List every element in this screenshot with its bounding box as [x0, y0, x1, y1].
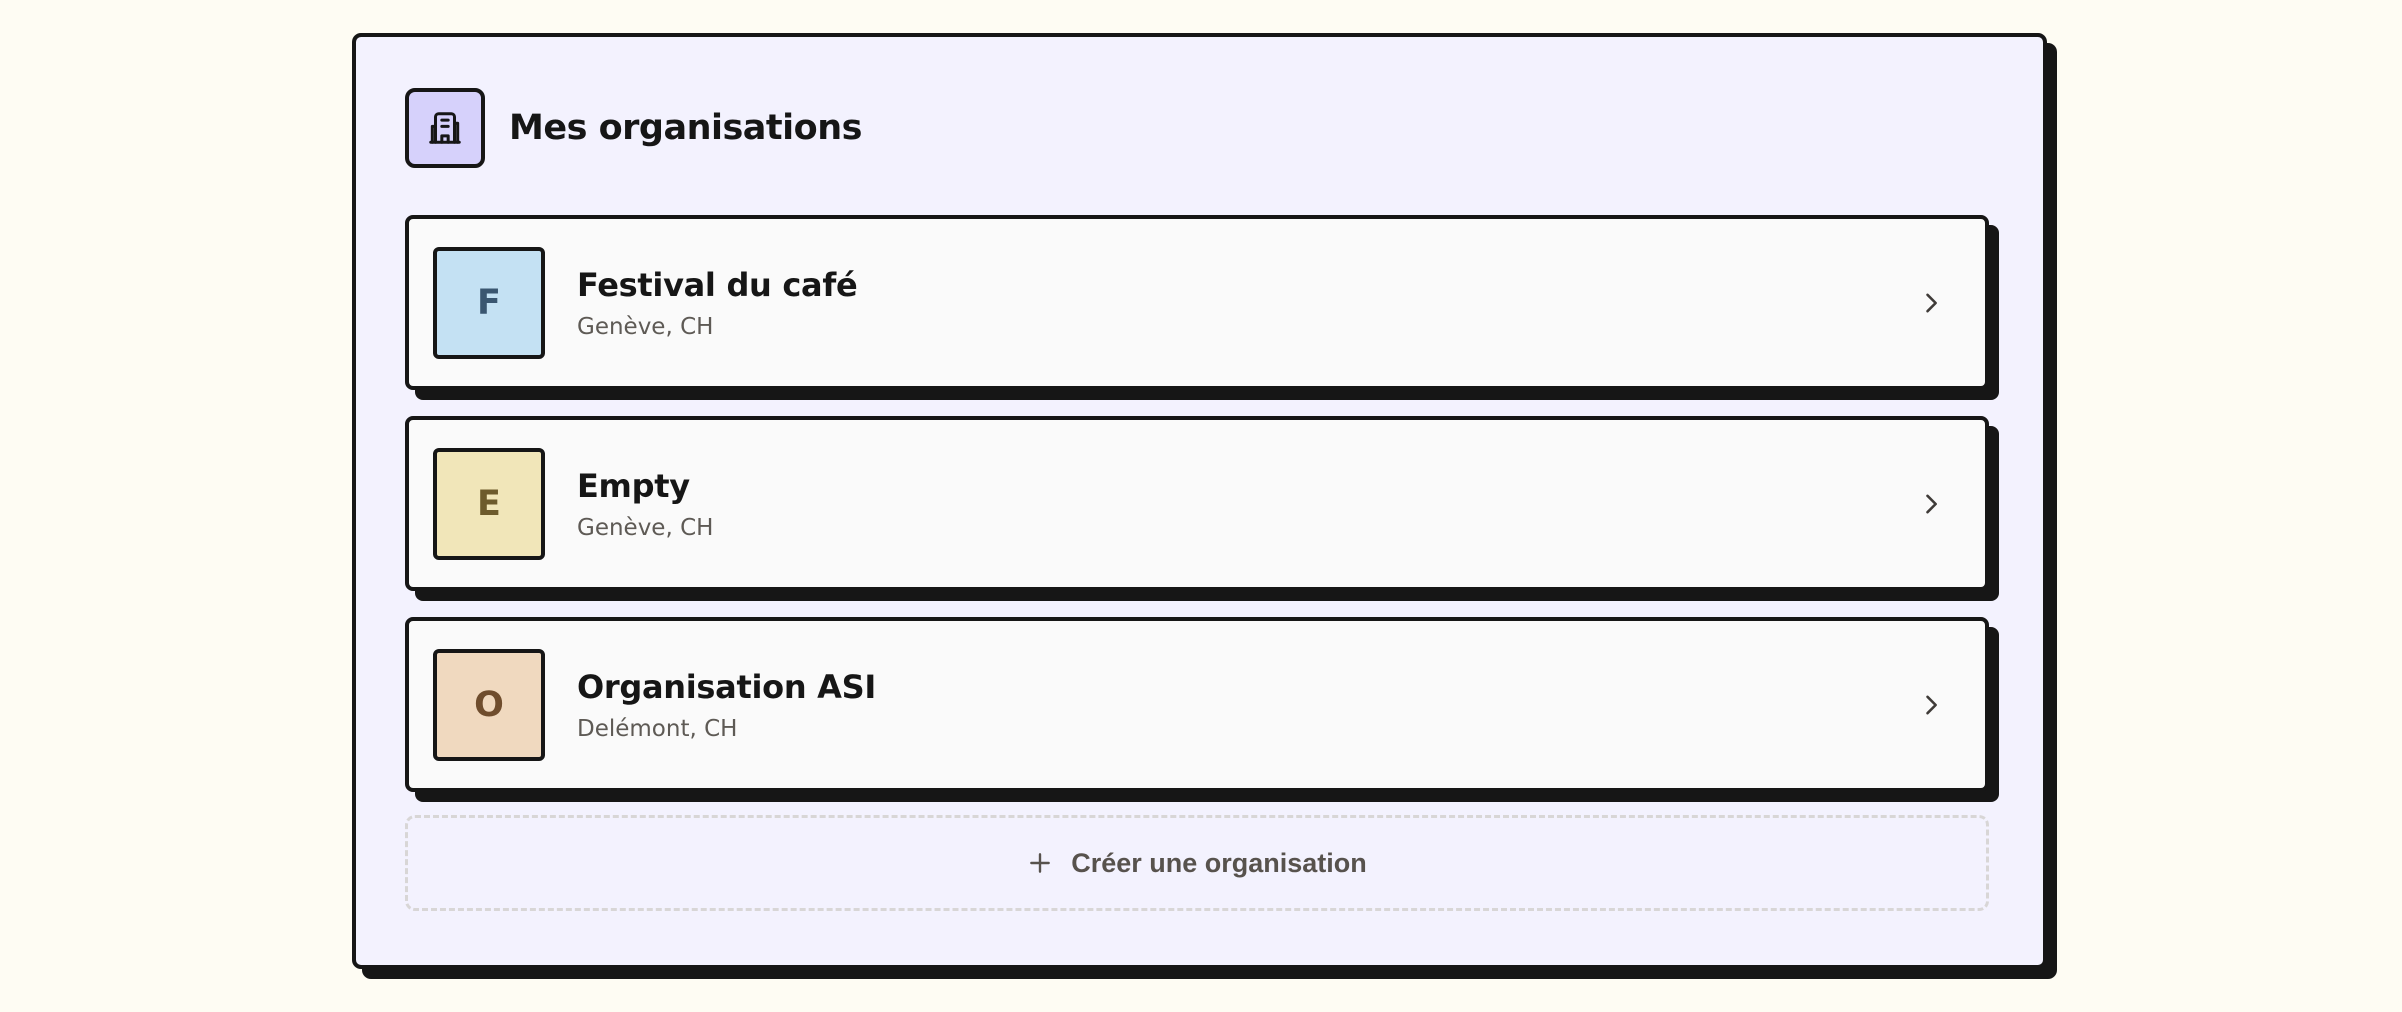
organization-avatar: F: [433, 246, 545, 359]
organizations-panel: Mes organisations F Festival du café Gen…: [352, 33, 2047, 969]
plus-icon: [1030, 853, 1051, 873]
chevron-right-icon: [1926, 695, 1937, 714]
organization-card[interactable]: E Empty Genève, CH: [405, 416, 1989, 591]
organization-name: Festival du café: [577, 265, 858, 304]
chevron-right-icon: [1926, 293, 1937, 312]
organization-location: Genève, CH: [577, 514, 714, 541]
organization-location: Delémont, CH: [577, 715, 738, 742]
panel-header: Mes organisations: [405, 88, 862, 168]
page-title: Mes organisations: [509, 108, 862, 148]
chevron-right-icon: [1926, 494, 1937, 513]
create-organization-button[interactable]: Créer une organisation: [405, 815, 1989, 911]
organization-location: Genève, CH: [577, 313, 714, 340]
organization-avatar: E: [433, 447, 545, 560]
organization-card[interactable]: F Festival du café Genève, CH: [405, 215, 1989, 390]
create-organization-label: Créer une organisation: [1071, 847, 1367, 878]
organization-avatar: O: [433, 648, 545, 761]
building-icon: [405, 88, 485, 168]
organization-list: F Festival du café Genève, CH E Empty Ge…: [405, 215, 1989, 818]
organization-card[interactable]: O Organisation ASI Delémont, CH: [405, 617, 1989, 792]
organization-name: Empty: [577, 466, 690, 505]
organization-name: Organisation ASI: [577, 667, 876, 706]
